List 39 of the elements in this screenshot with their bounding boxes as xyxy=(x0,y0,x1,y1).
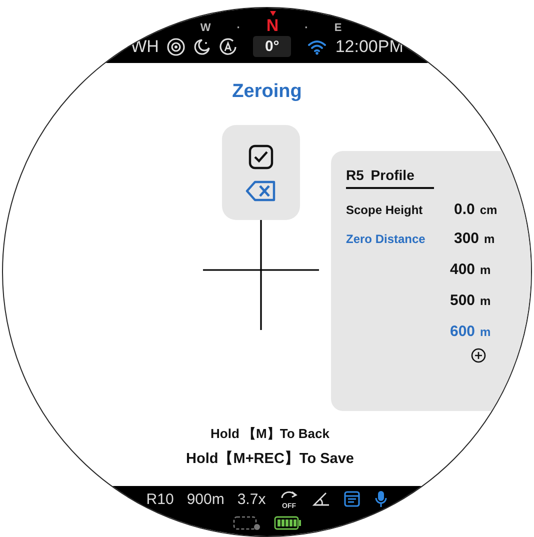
unit-label: m xyxy=(484,232,495,246)
wifi-icon xyxy=(307,38,328,54)
setting-label[interactable]: Scope Height xyxy=(346,203,454,217)
unit-label: m xyxy=(480,325,491,339)
compass-direction: W xyxy=(200,23,211,34)
distance-option[interactable]: 600 xyxy=(450,323,476,340)
microphone-icon xyxy=(374,490,388,508)
add-icon[interactable] xyxy=(471,348,486,363)
status-readout: 900m xyxy=(186,490,224,508)
checkbox-confirm-icon[interactable] xyxy=(248,144,274,170)
status-readout: 3.7x xyxy=(237,490,266,508)
screen-title: Zeroing xyxy=(232,81,302,103)
backspace-delete-icon[interactable] xyxy=(245,180,277,202)
angle-icon xyxy=(312,491,330,507)
battery-icon xyxy=(274,516,302,530)
north-pointer-icon xyxy=(270,11,276,16)
compass-direction: N xyxy=(266,17,279,34)
memory-card-icon xyxy=(232,515,262,531)
setting-value: 300 xyxy=(454,230,480,247)
eye-icon xyxy=(166,38,185,56)
hint-text: Hold【M+REC】To Save xyxy=(186,450,354,468)
document-icon xyxy=(342,490,361,508)
clock-time: 12:00PM xyxy=(335,36,404,56)
distance-option[interactable]: 500 xyxy=(450,292,476,309)
setting-label[interactable]: Zero Distance xyxy=(346,232,454,246)
status-readout: R10 xyxy=(146,490,174,508)
moon-icon xyxy=(192,38,211,56)
heading-readout: 0° xyxy=(252,36,292,57)
compass-dot: · xyxy=(236,23,240,34)
compass-direction: E xyxy=(334,23,342,34)
profile-title: R5 Profile xyxy=(346,167,434,189)
compass-dot: · xyxy=(304,23,308,34)
unit-label: m xyxy=(480,263,491,277)
distance-option[interactable]: 400 xyxy=(450,261,476,278)
auto-icon xyxy=(218,38,237,56)
hint-text: Hold 【M】To Back xyxy=(210,425,330,443)
unit-label: cm xyxy=(480,203,498,217)
setting-value: 0.0 xyxy=(454,201,475,218)
unit-label: m xyxy=(480,294,491,308)
